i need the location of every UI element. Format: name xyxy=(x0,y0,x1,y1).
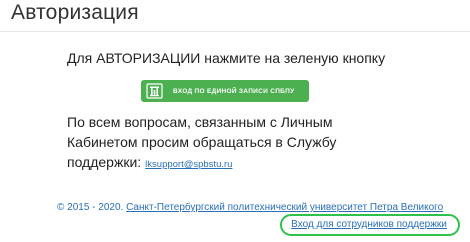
support-text-line-2: Кабинетом просим обращаться в Службу xyxy=(67,134,337,150)
title-divider xyxy=(0,31,470,32)
staff-login-area: Вход для сотрудников поддержки xyxy=(280,214,460,236)
support-info: По всем вопросам, связанным с Личным Каб… xyxy=(67,112,397,175)
support-text-line-1: По всем вопросам, связанным с Личным xyxy=(67,114,333,130)
footer-copyright: © 2015 - 2020. xyxy=(57,202,124,213)
staff-login-link[interactable]: Вход для сотрудников поддержки xyxy=(291,219,447,230)
support-text-prefix: поддержки: xyxy=(67,154,142,170)
esia-login-button-label: вход по единой записи спбпу xyxy=(173,87,295,95)
support-text-line-3: поддержки: lksupport@spbstu.ru xyxy=(67,152,397,175)
auth-instruction: Для АВТОРИЗАЦИИ нажмите на зеленую кнопк… xyxy=(67,50,386,66)
esia-login-button[interactable]: вход по единой записи спбпу xyxy=(141,80,309,102)
university-link[interactable]: Санкт-Петербургский политехнический унив… xyxy=(126,202,443,213)
footer: © 2015 - 2020. Санкт-Петербургский полит… xyxy=(57,201,443,215)
support-email-link[interactable]: lksupport@spbstu.ru xyxy=(145,159,232,170)
page-title: Авторизация xyxy=(11,1,139,24)
spbpu-logo-icon xyxy=(146,83,163,99)
